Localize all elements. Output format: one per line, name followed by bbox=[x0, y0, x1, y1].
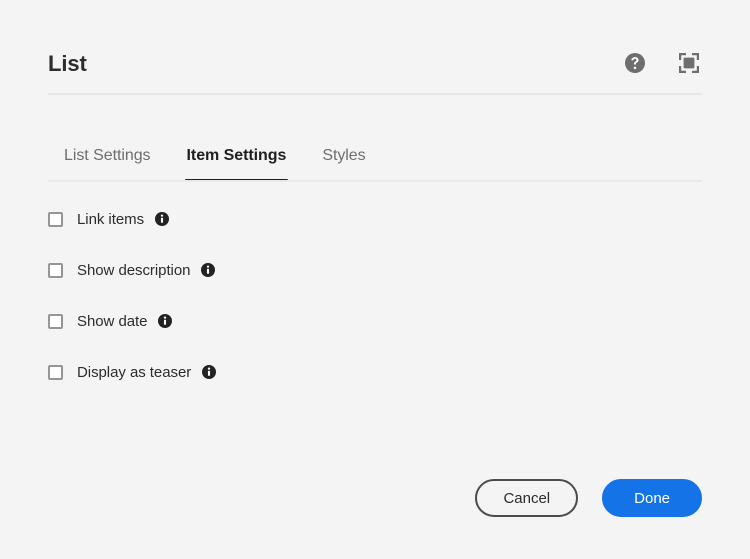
page-title: List bbox=[48, 51, 87, 76]
header-divider bbox=[48, 93, 702, 95]
tab-styles[interactable]: Styles bbox=[304, 126, 383, 182]
checkbox-link-items[interactable] bbox=[48, 211, 63, 227]
option-label: Show date bbox=[77, 312, 148, 330]
option-show-description[interactable]: Show description bbox=[48, 259, 648, 281]
list-settings-dialog: List List Settings Item Settings Styles … bbox=[0, 0, 750, 559]
settings-tabs: List Settings Item Settings Styles bbox=[48, 126, 702, 182]
tab-label: List Settings bbox=[64, 146, 151, 164]
tabs-divider bbox=[48, 180, 702, 182]
option-label: Display as teaser bbox=[77, 363, 192, 381]
item-settings-options: Link items Show description Show date Di… bbox=[48, 208, 648, 383]
dialog-footer: Cancel Done bbox=[475, 479, 702, 517]
checkbox-show-description[interactable] bbox=[48, 262, 63, 278]
option-link-items[interactable]: Link items bbox=[48, 208, 648, 230]
fullscreen-icon bbox=[677, 51, 701, 78]
option-label: Show description bbox=[77, 261, 191, 279]
tab-label: Styles bbox=[322, 146, 366, 164]
info-icon[interactable] bbox=[202, 365, 217, 379]
header-actions bbox=[622, 51, 702, 77]
help-icon bbox=[624, 52, 646, 77]
tab-list: List Settings Item Settings Styles bbox=[48, 126, 702, 182]
checkbox-display-as-teaser[interactable] bbox=[48, 364, 63, 380]
checkbox-show-date[interactable] bbox=[48, 313, 63, 329]
help-button[interactable] bbox=[622, 51, 648, 77]
tab-label: Item Settings bbox=[186, 146, 287, 164]
dialog-header: List bbox=[48, 40, 702, 88]
info-icon[interactable] bbox=[155, 212, 170, 226]
option-show-date[interactable]: Show date bbox=[48, 310, 648, 332]
info-icon[interactable] bbox=[201, 263, 216, 277]
tab-list-settings[interactable]: List Settings bbox=[48, 126, 169, 182]
cancel-button[interactable]: Cancel bbox=[475, 479, 579, 517]
option-display-as-teaser[interactable]: Display as teaser bbox=[48, 361, 648, 383]
option-label: Link items bbox=[77, 210, 145, 228]
done-button[interactable]: Done bbox=[602, 479, 702, 517]
tab-item-settings[interactable]: Item Settings bbox=[169, 126, 305, 182]
info-icon[interactable] bbox=[158, 314, 173, 328]
fullscreen-button[interactable] bbox=[676, 51, 702, 77]
